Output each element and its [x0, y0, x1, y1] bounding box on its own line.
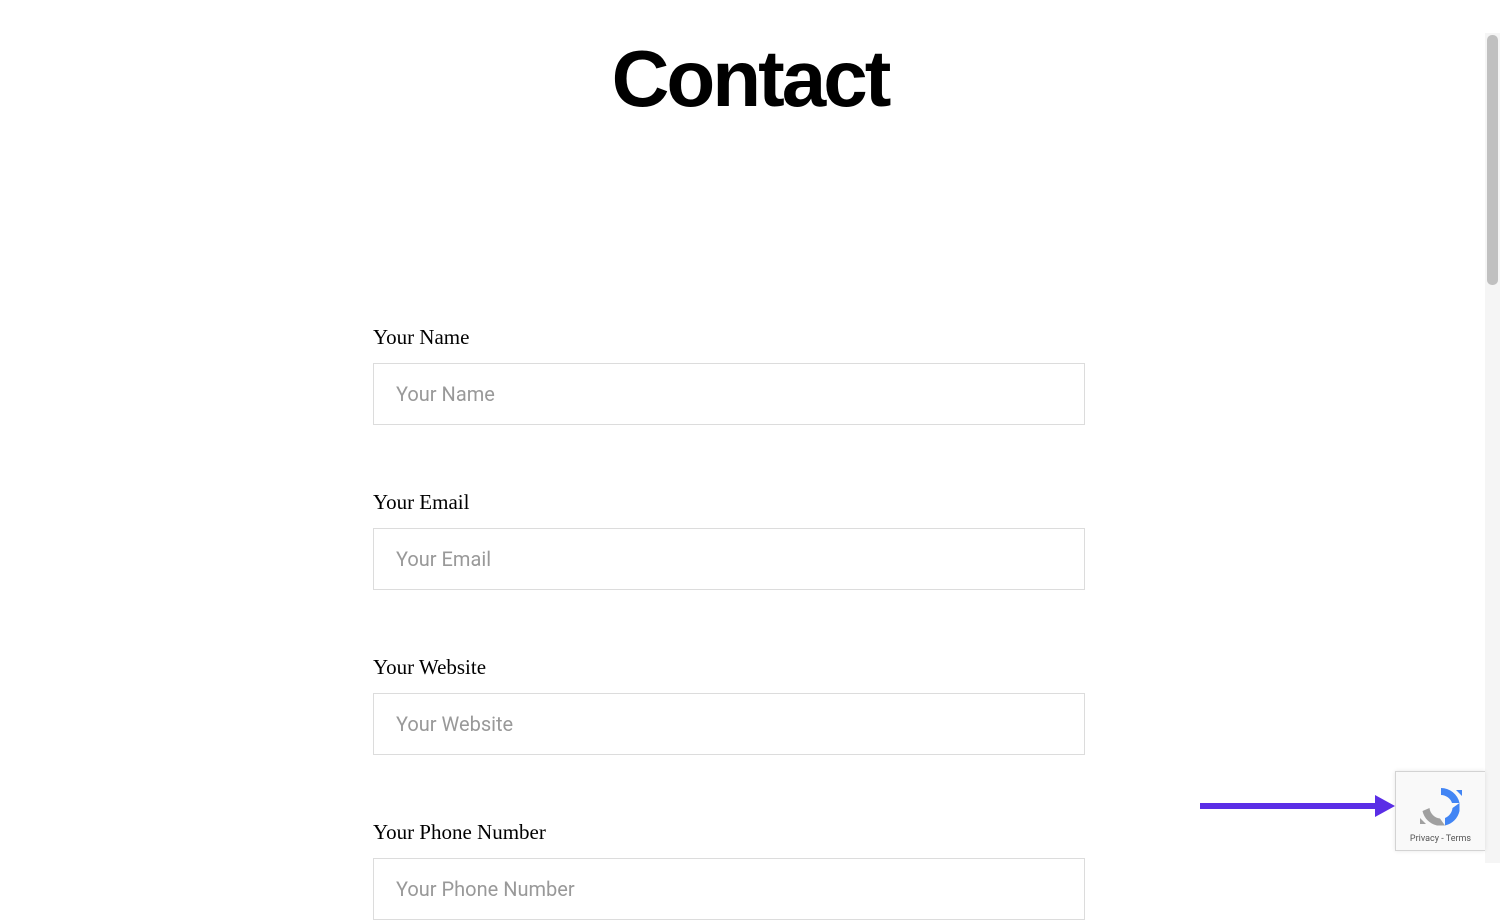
scrollbar-track[interactable]	[1485, 33, 1500, 863]
website-field[interactable]	[373, 693, 1085, 755]
recaptcha-privacy-link[interactable]: Privacy	[1410, 834, 1439, 844]
arrow-line	[1200, 803, 1378, 809]
email-label: Your Email	[373, 490, 1085, 515]
recaptcha-separator: -	[1439, 834, 1446, 844]
email-field[interactable]	[373, 528, 1085, 590]
form-group-phone: Your Phone Number	[373, 820, 1085, 920]
website-label: Your Website	[373, 655, 1085, 680]
arrow-right-icon	[1375, 795, 1395, 817]
contact-form: Your Name Your Email Your Website Your P…	[373, 325, 1085, 920]
recaptcha-badge[interactable]: Privacy - Terms	[1395, 771, 1485, 851]
name-field[interactable]	[373, 363, 1085, 425]
form-group-name: Your Name	[373, 325, 1085, 425]
recaptcha-links: Privacy - Terms	[1410, 834, 1471, 844]
scrollbar-thumb[interactable]	[1487, 35, 1498, 285]
phone-label: Your Phone Number	[373, 820, 1085, 845]
arrow-annotation	[1200, 797, 1395, 815]
page-title: Contact	[0, 33, 1500, 125]
phone-field[interactable]	[373, 858, 1085, 920]
name-label: Your Name	[373, 325, 1085, 350]
recaptcha-terms-link[interactable]: Terms	[1446, 834, 1471, 844]
form-group-email: Your Email	[373, 490, 1085, 590]
form-group-website: Your Website	[373, 655, 1085, 755]
recaptcha-icon	[1418, 784, 1464, 830]
